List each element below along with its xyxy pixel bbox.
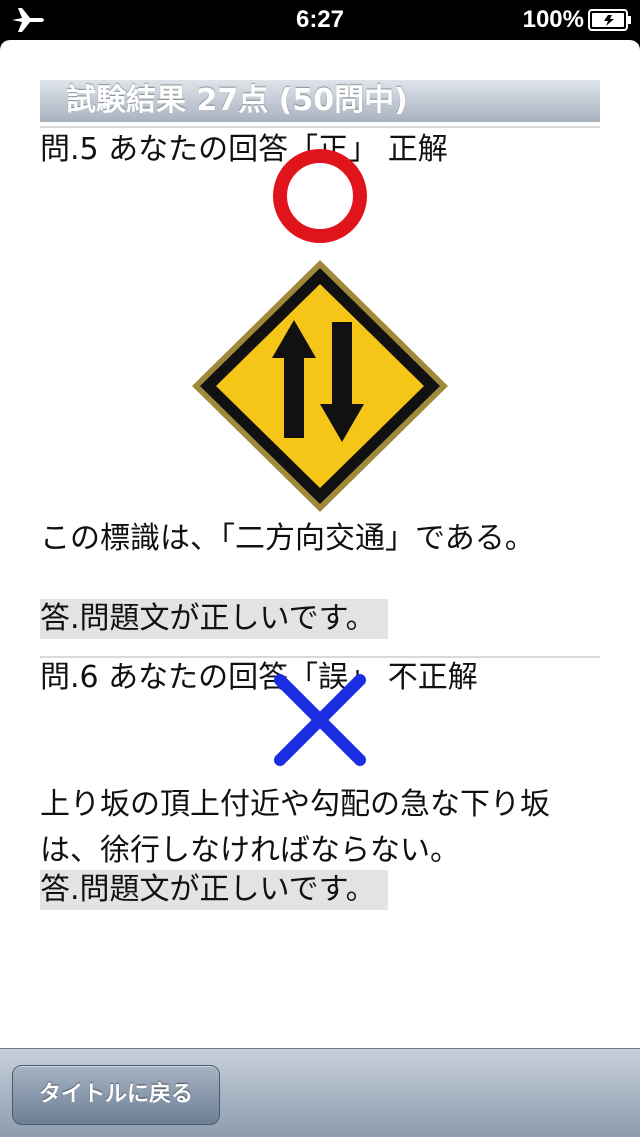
battery-percent: 100% — [522, 6, 584, 33]
back-to-title-button[interactable]: タイトルに戻る — [12, 1065, 220, 1125]
divider — [40, 656, 600, 658]
battery-icon — [588, 9, 631, 31]
question-6-text: 上り坂の頂上付近や勾配の急な下り坂は、徐行しなければならない。 — [40, 787, 550, 868]
result-header: 試験結果 27点 (50問中) — [40, 80, 600, 122]
divider — [40, 126, 600, 128]
incorrect-cross-icon — [274, 674, 366, 766]
question-6-result-line: 問.6 あなたの回答「誤」 不正解 — [40, 660, 478, 695]
result-content[interactable]: 試験結果 27点 (50問中) 問.5 あなたの回答「正」 正解 この標識は、「… — [0, 40, 640, 1048]
question-5-answer: 答.問題文が正しいです。 — [40, 599, 388, 639]
question-5-text: この標識は、「二方向交通」である。 — [40, 521, 535, 556]
correct-circle-icon — [273, 149, 367, 243]
status-bar: 6:27 100% — [0, 0, 640, 40]
question-6-answer: 答.問題文が正しいです。 — [40, 870, 388, 910]
question-5-result-line: 問.5 あなたの回答「正」 正解 — [40, 132, 448, 167]
two-way-traffic-sign-icon — [192, 260, 448, 512]
bottom-toolbar: タイトルに戻る — [0, 1048, 640, 1137]
